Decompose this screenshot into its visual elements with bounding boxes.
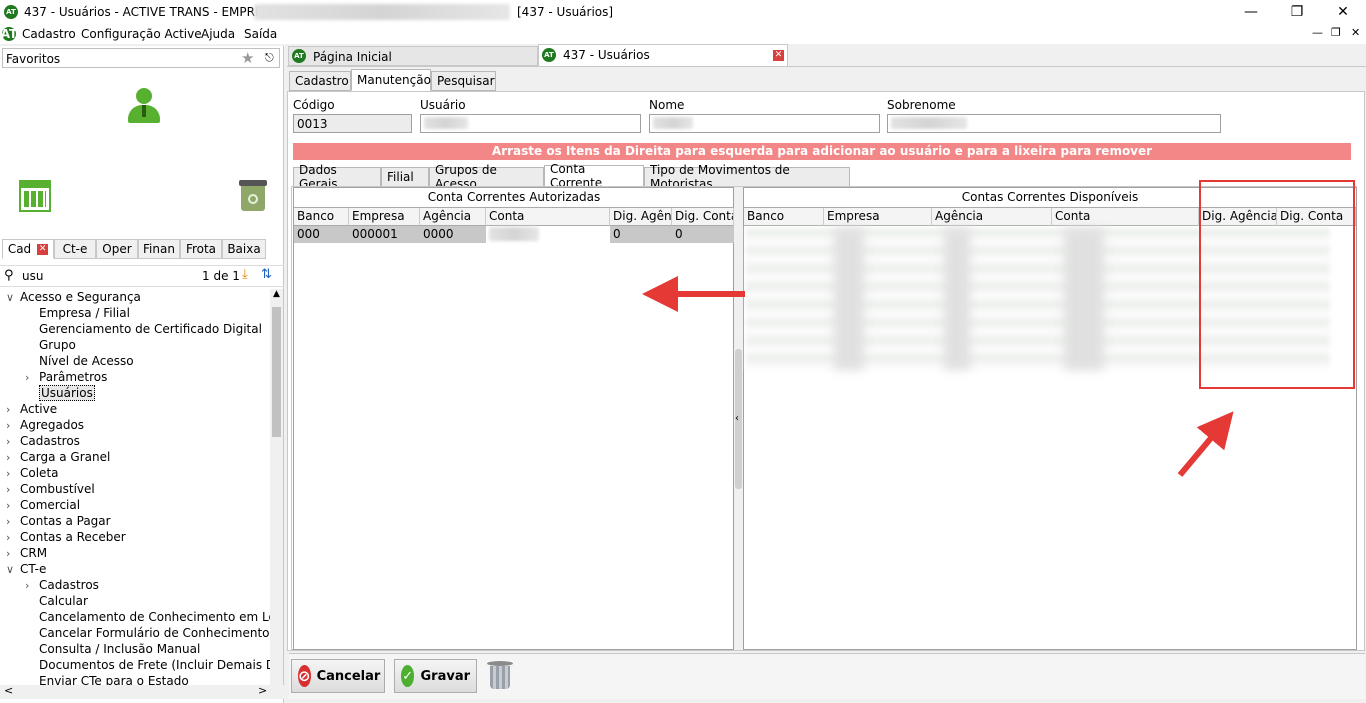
annotation-highlight-box: [1199, 180, 1355, 389]
annotation-arrow-up: [1177, 411, 1234, 477]
annotation-layer: [642, 180, 1355, 477]
